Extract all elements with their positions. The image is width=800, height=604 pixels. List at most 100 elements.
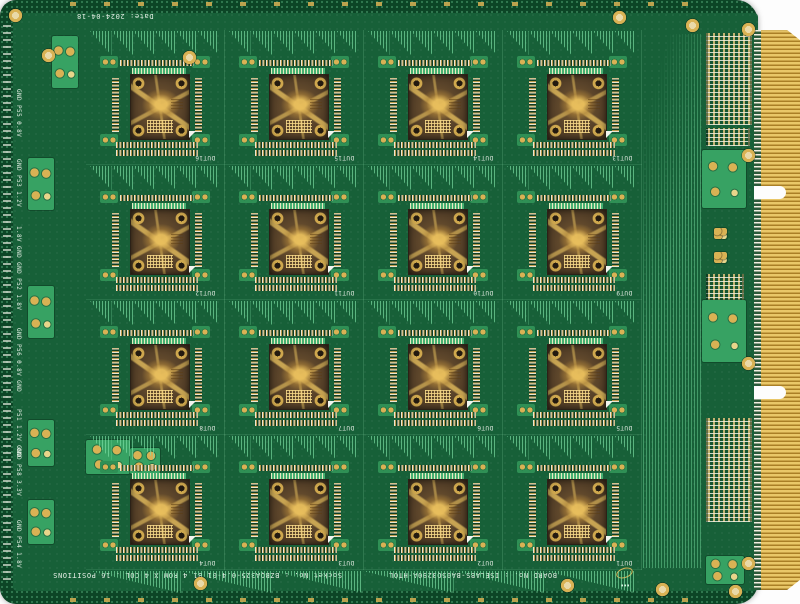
pin1-triangle-marker xyxy=(606,131,613,138)
pin1-triangle-marker xyxy=(328,536,335,543)
edge-connector-via-row xyxy=(754,30,761,590)
corner-pad-group xyxy=(470,461,488,473)
corner-pad-group xyxy=(470,326,488,338)
corner-pad-group xyxy=(239,326,257,338)
pin-row-top xyxy=(398,465,472,471)
pin-row-top xyxy=(537,195,611,201)
pin-row-bottom xyxy=(394,142,476,148)
dut-label: DUT12 xyxy=(195,289,215,296)
corner-pad-group xyxy=(609,461,627,473)
trace-waterfall xyxy=(229,301,358,325)
pin-row-bottom xyxy=(255,277,337,283)
fiducial-hole xyxy=(741,22,756,37)
corner-pad-group xyxy=(331,56,349,68)
trace-waterfall xyxy=(90,436,219,460)
burn-in-socket xyxy=(408,209,468,275)
via-array-block xyxy=(706,128,750,146)
pin1-triangle-marker xyxy=(467,536,474,543)
socket-site-dut9: DUT9 xyxy=(503,165,642,300)
corner-pad-group xyxy=(517,191,535,203)
dut-label: DUT13 xyxy=(612,154,632,161)
corner-pad-group xyxy=(239,461,257,473)
bottom-fiducial-ticks xyxy=(70,598,710,602)
date-label: Date: 2024-04-18 xyxy=(60,12,170,20)
pin-column-right xyxy=(195,213,202,267)
pin-column-right xyxy=(195,78,202,132)
corner-pad-group xyxy=(331,191,349,203)
burn-in-socket xyxy=(130,479,190,545)
gold-contact-tab xyxy=(171,369,183,379)
connector-notch-top xyxy=(752,186,786,199)
dut-label: DUT3 xyxy=(338,559,354,566)
pin-row-top xyxy=(537,60,611,66)
pin1-triangle-marker xyxy=(467,401,474,408)
pin1-triangle-marker xyxy=(328,401,335,408)
burn-in-socket xyxy=(547,344,607,410)
pin-column-right xyxy=(334,78,341,132)
trace-waterfall xyxy=(229,436,358,460)
pin-row-bottom xyxy=(116,150,198,156)
corner-pad-group xyxy=(470,56,488,68)
dut-label: DUT10 xyxy=(473,289,493,296)
pin-column-left xyxy=(251,348,258,402)
pin1-triangle-marker xyxy=(189,536,196,543)
fiducial-hole xyxy=(8,8,23,23)
pin-row-top xyxy=(537,330,611,336)
burn-in-socket xyxy=(269,209,329,275)
fiducial-hole xyxy=(182,50,197,65)
pin-row-bottom xyxy=(394,555,476,561)
pin-column-right xyxy=(473,348,480,402)
corner-pad-group xyxy=(378,56,396,68)
corner-pad-group xyxy=(378,191,396,203)
fiducial-hole xyxy=(41,48,56,63)
pin-row-top xyxy=(120,195,194,201)
pin-row-bottom xyxy=(255,555,337,561)
pin1-triangle-marker xyxy=(606,266,613,273)
pin-row-bottom xyxy=(533,150,615,156)
gold-contact-tab xyxy=(449,369,461,379)
pin-row-bottom xyxy=(533,142,615,148)
via-array-block xyxy=(706,418,752,522)
fiducial-hole xyxy=(741,356,756,371)
pin-column-left xyxy=(251,78,258,132)
socket-site-dut4: DUT4 xyxy=(86,435,225,570)
pin-row-bottom xyxy=(533,420,615,426)
pin-column-left xyxy=(529,348,536,402)
pin-row-bottom xyxy=(255,412,337,418)
pin-column-left xyxy=(529,213,536,267)
socket-site-dut11: DUT11 xyxy=(225,165,364,300)
fiducial-hole xyxy=(655,582,670,597)
pin-column-left xyxy=(112,78,119,132)
pin-row-bottom xyxy=(255,150,337,156)
burn-in-socket xyxy=(408,344,468,410)
gold-contact-tab xyxy=(171,504,183,514)
pin-row-bottom xyxy=(255,285,337,291)
pin-row-top xyxy=(120,330,194,336)
pin-column-left xyxy=(390,348,397,402)
fiducial-hole xyxy=(741,556,756,571)
corner-pad-group xyxy=(331,326,349,338)
corner-pad-group xyxy=(470,191,488,203)
component-cluster xyxy=(714,252,727,263)
socket-site-dut10: DUT10 xyxy=(364,165,503,300)
corner-pad-group xyxy=(378,461,396,473)
pcb-photo: Date: 2024-04-18 4 ROW X 4 COL . 16 POSI… xyxy=(0,0,800,604)
power-component-group xyxy=(28,286,54,338)
pin-row-top xyxy=(398,330,472,336)
pin-row-bottom xyxy=(116,277,198,283)
dut-label: DUT16 xyxy=(195,154,215,161)
power-component-group xyxy=(28,500,54,544)
power-component-group xyxy=(52,36,78,88)
bga-pad-array xyxy=(564,525,590,538)
dut-label: DUT2 xyxy=(477,559,493,566)
dut-label: DUT5 xyxy=(616,424,632,431)
gold-contact-tab xyxy=(588,504,600,514)
dut-label: DUT14 xyxy=(473,154,493,161)
fiducial-hole xyxy=(741,148,756,163)
pin-column-right xyxy=(195,483,202,537)
pin-row-bottom xyxy=(394,547,476,553)
bga-pad-array xyxy=(147,255,173,268)
pin-column-left xyxy=(112,483,119,537)
power-net-label: GND P56 0.8V GND xyxy=(15,320,21,400)
via-array-block xyxy=(706,33,752,125)
